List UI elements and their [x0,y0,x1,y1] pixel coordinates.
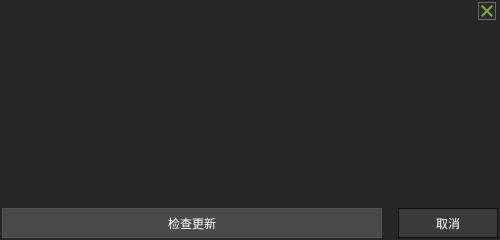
close-x-icon [481,5,493,17]
cancel-label: 取消 [435,216,460,231]
close-button[interactable] [478,2,496,20]
update-dialog: 检查更新 取消 [0,0,500,240]
cancel-button[interactable]: 取消 [398,208,498,238]
check-update-button[interactable]: 检查更新 [2,208,382,238]
check-update-label: 检查更新 [167,216,216,231]
dialog-content-area [0,24,500,206]
